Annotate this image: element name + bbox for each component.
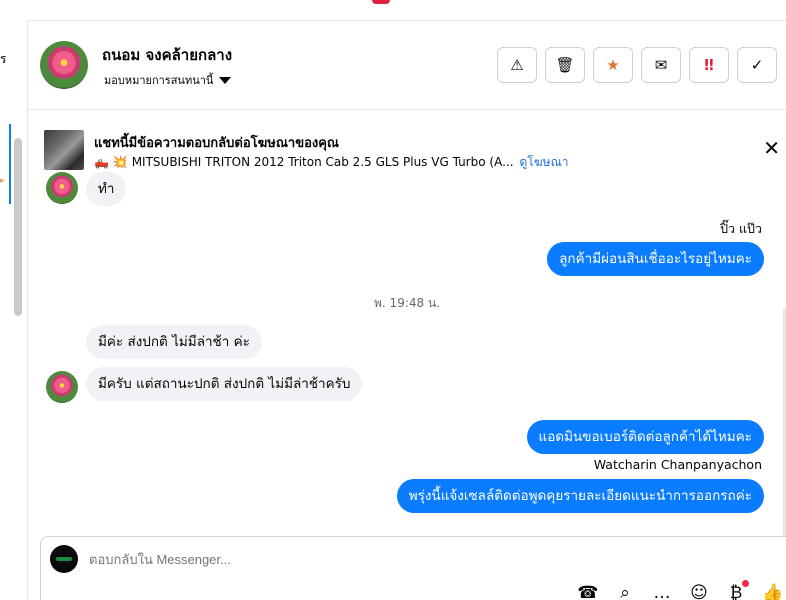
ad-text: MITSUBISHI TRITON 2012 Triton Cab 2.5 GL… — [131, 155, 514, 169]
conversation-actions: ⚠ 🗑 ★ ✉ ‼ ✓ — [497, 47, 777, 83]
contact-avatar[interactable] — [40, 41, 88, 89]
trash-icon: 🗑 — [555, 56, 575, 74]
sender-name: Watcharin Chanpanyachon — [593, 457, 762, 472]
chat-header: ถนอม จงคล้ายกลาง มอบหมายการสนทนานี้ ⚠ 🗑 … — [28, 21, 786, 110]
warning-icon: ⚠ — [510, 56, 524, 74]
incoming-message[interactable]: มีครับ แต่สถานะปกติ ส่งปกติ ไม่มีล่าช้าค… — [86, 367, 363, 401]
attach-icon[interactable]: ⌕ — [614, 583, 636, 600]
conversation-list-scrollbar[interactable] — [14, 138, 22, 316]
call-icon[interactable]: ☎ — [577, 583, 599, 600]
active-conversation-marker — [9, 124, 11, 204]
page-avatar — [50, 545, 78, 573]
report-spam-button[interactable]: ⚠ — [497, 47, 537, 83]
collapse-caret-icon[interactable]: ▸ — [0, 176, 5, 186]
mark-unread-button[interactable]: ✉ — [641, 47, 681, 83]
follow-up-button[interactable]: ‼ — [689, 47, 729, 83]
outgoing-message[interactable]: ลูกค้ามีผ่อนสินเชื่ออะไรอยู่ไหมคะ — [547, 242, 764, 276]
star-icon: ★ — [606, 56, 620, 74]
ad-reply-banner: แชทนี้มีข้อความตอบกลับต่อโฆษณาของคุณ 🛻 💥… — [28, 110, 786, 190]
sender-name: ปิ๊ว แป๊ว — [720, 221, 762, 236]
reply-composer: ☎ ⌕ … ☺ ₿ 👍 — [40, 536, 786, 600]
saved-replies-icon[interactable]: ₿ — [725, 580, 749, 600]
inbox-chat-panel: ร ▸ ถนอม จงคล้ายกลาง มอบหมายการสนทนานี้ … — [0, 0, 786, 600]
like-icon[interactable]: 👍 — [762, 583, 784, 600]
message-text: มีครับ แต่สถานะปกติ ส่งปกติ ไม่มีล่าช้าค… — [98, 376, 351, 392]
star-button[interactable]: ★ — [593, 47, 633, 83]
composer-toolbar: ☎ ⌕ … ☺ ₿ 👍 — [577, 580, 784, 600]
message-text: ลูกค้ามีผ่อนสินเชื่ออะไรอยู่ไหมคะ — [559, 251, 752, 267]
message-text: แอดมินขอเบอร์ติดต่อลูกค้าได้ไหมคะ — [538, 429, 752, 445]
assign-conversation-dropdown[interactable]: มอบหมายการสนทนานี้ — [104, 71, 232, 89]
double-exclamation-icon: ‼ — [704, 56, 714, 74]
message-text: พรุ่งนี้แจ้งเซลล์ติดต่อพูดคุยรายละเอียดแ… — [408, 488, 752, 504]
reply-input[interactable] — [89, 552, 489, 567]
assign-label: มอบหมายการสนทนานี้ — [104, 74, 214, 87]
timestamp-separator: พ. 19:48 น. — [374, 296, 440, 310]
delete-button[interactable]: 🗑 — [545, 47, 585, 83]
incoming-message[interactable]: ทำ — [86, 172, 127, 206]
ad-thumbnail[interactable] — [44, 130, 84, 170]
contact-avatar-small — [46, 172, 78, 204]
mark-done-button[interactable]: ✓ — [737, 47, 777, 83]
close-icon[interactable]: ✕ — [763, 138, 780, 158]
outgoing-message[interactable]: พรุ่งนี้แจ้งเซลล์ติดต่อพูดคุยรายละเอียดแ… — [396, 479, 764, 513]
ad-banner-title: แชทนี้มีข้อความตอบกลับต่อโฆษณาของคุณ — [94, 136, 339, 151]
truncated-list-text: ร — [0, 52, 7, 66]
contact-name[interactable]: ถนอม จงคล้ายกลาง — [102, 43, 232, 67]
emoji-icon[interactable]: ☺ — [688, 583, 710, 600]
truck-explosion-emoji: 🛻 💥 — [94, 155, 128, 169]
more-icon[interactable]: … — [651, 583, 673, 600]
saved-replies-glyph: ₿ — [729, 583, 743, 600]
message-text: มีค่ะ ส่งปกติ ไม่มีล่าช้า ค่ะ — [98, 334, 250, 350]
conversation-list-edge: ร ▸ — [0, 0, 28, 600]
message-text: ทำ — [98, 181, 115, 197]
contact-avatar-small — [46, 371, 78, 403]
check-icon: ✓ — [750, 56, 764, 74]
notification-dot — [742, 580, 749, 587]
message-thread: ทำ ปิ๊ว แป๊ว ลูกค้ามีผ่อนสินเชื่ออะไรอยู… — [28, 172, 786, 535]
view-ad-link[interactable]: ดูโฆษณา — [520, 155, 569, 169]
outgoing-message[interactable]: แอดมินขอเบอร์ติดต่อลูกค้าได้ไหมคะ — [526, 420, 764, 454]
chevron-down-icon — [219, 76, 232, 84]
incoming-message[interactable]: มีค่ะ ส่งปกติ ไม่มีล่าช้า ค่ะ — [86, 325, 262, 359]
ad-description: 🛻 💥 MITSUBISHI TRITON 2012 Triton Cab 2.5… — [94, 153, 568, 172]
envelope-open-icon: ✉ — [654, 56, 668, 74]
notification-indicator — [372, 0, 390, 4]
